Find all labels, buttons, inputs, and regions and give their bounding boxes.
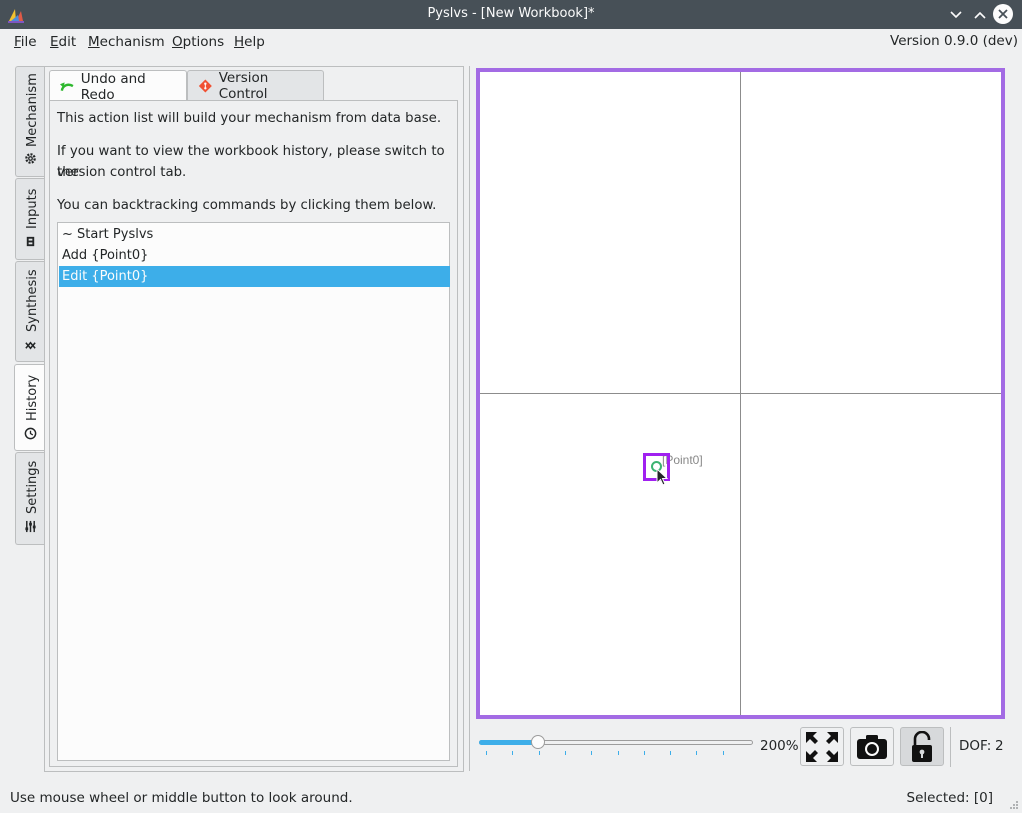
side-tab-settings[interactable]: Settings <box>15 452 45 545</box>
pen-icon <box>26 236 35 247</box>
zoom-label: 200% <box>760 738 799 754</box>
dof-value: 2 <box>995 738 1004 754</box>
screenshot-button[interactable] <box>850 727 894 766</box>
clock-icon <box>24 427 37 440</box>
menu-options[interactable]: Options <box>172 34 224 50</box>
selection-status: Selected: [0] <box>906 790 993 806</box>
menu-mechanism[interactable]: Mechanism <box>88 34 165 50</box>
zoom-slider-tick <box>670 751 672 755</box>
side-tab-inputs[interactable]: Inputs <box>15 178 45 260</box>
menu-mechanism-mnemonic: M <box>88 34 100 50</box>
minimize-button[interactable] <box>945 4 966 25</box>
history-intro-text: This action list will build your mechani… <box>57 111 442 126</box>
zoom-slider-tick <box>538 751 540 755</box>
side-tab-mechanism[interactable]: Mechanism <box>15 66 45 177</box>
tab-version-control[interactable]: Version Control <box>187 70 324 102</box>
side-tab-history[interactable]: History <box>14 364 46 451</box>
status-bar: Use mouse wheel or middle button to look… <box>0 786 1022 813</box>
zoom-slider-tick <box>486 751 487 755</box>
panel-splitter[interactable] <box>469 66 471 771</box>
x-axis-line <box>480 393 1001 394</box>
zoom-slider-tick <box>643 751 645 755</box>
resize-grip-icon[interactable] <box>1009 800 1019 810</box>
list-item[interactable]: ~ Start Pyslvs <box>59 224 450 245</box>
zoom-slider-handle[interactable] <box>531 735 545 749</box>
menu-options-mnemonic: O <box>172 34 183 50</box>
tab-version-control-label: Version Control <box>218 70 269 102</box>
zoom-slider-tick <box>512 751 514 755</box>
chevron-down-icon <box>949 10 962 18</box>
menu-file-mnemonic: F <box>14 34 21 50</box>
chevron-up-icon <box>973 11 986 19</box>
window-title: Pyslvs - [New Workbook]* <box>427 6 595 21</box>
camera-icon <box>857 734 887 759</box>
status-message: Use mouse wheel or middle button to look… <box>10 790 353 806</box>
close-icon <box>998 9 1008 19</box>
menu-bar: File Edit Mechanism Options Help Version… <box>0 29 1022 55</box>
menu-mechanism-label: echanism <box>99 34 165 50</box>
menu-edit[interactable]: Edit <box>50 34 76 50</box>
title-bar: Pyslvs - [New Workbook]* <box>0 0 1022 29</box>
maximize-button[interactable] <box>969 4 990 25</box>
zoom-slider-tick <box>564 751 566 755</box>
mechanism-canvas[interactable]: [Point0] <box>476 68 1005 719</box>
git-icon <box>198 79 212 93</box>
linkage-icon <box>25 341 36 350</box>
history-hint-text: You can backtracking commands by clickin… <box>57 198 437 213</box>
zoom-slider[interactable] <box>479 735 753 758</box>
tab-undo-redo-label: Undo and Redo <box>80 70 146 103</box>
menu-edit-label: dit <box>58 34 77 50</box>
side-tab-synthesis[interactable]: Synthesis <box>15 261 45 362</box>
menu-options-label: ptions <box>182 34 225 50</box>
menu-help-label: elp <box>244 34 265 50</box>
list-item[interactable]: Add {Point0} <box>59 245 450 266</box>
unlock-icon <box>912 730 932 762</box>
command-history-list[interactable]: ~ Start Pyslvs Add {Point0} Edit {Point0… <box>57 222 450 761</box>
menu-help[interactable]: Help <box>234 34 265 50</box>
close-button[interactable] <box>993 4 1013 24</box>
list-item-selected[interactable]: Edit {Point0} <box>59 266 450 287</box>
tab-undo-redo[interactable]: Undo and Redo <box>49 70 187 103</box>
menu-help-mnemonic: H <box>234 34 245 50</box>
mouse-cursor-icon <box>656 468 668 486</box>
menu-edit-mnemonic: E <box>50 34 59 50</box>
history-info-line-2: version control tab. <box>57 165 187 180</box>
zoom-slider-tick <box>722 751 724 755</box>
fit-screen-icon <box>806 731 838 762</box>
version-label: Version 0.9.0 (dev) <box>890 33 1018 49</box>
zoom-to-fit-button[interactable] <box>800 727 844 766</box>
zoom-slider-tick <box>591 751 593 755</box>
gear-icon <box>25 153 36 164</box>
sliders-icon <box>25 520 36 533</box>
zoom-slider-tick <box>696 751 698 755</box>
toolbar-divider <box>950 727 951 767</box>
zoom-slider-fill <box>479 740 538 745</box>
zoom-slider-tick <box>617 751 619 755</box>
menu-file[interactable]: File <box>14 34 37 50</box>
undo-icon <box>60 81 74 91</box>
menu-file-label: ile <box>20 34 37 50</box>
lock-toggle-button[interactable] <box>900 727 944 766</box>
dof-label: DOF: <box>959 738 992 754</box>
